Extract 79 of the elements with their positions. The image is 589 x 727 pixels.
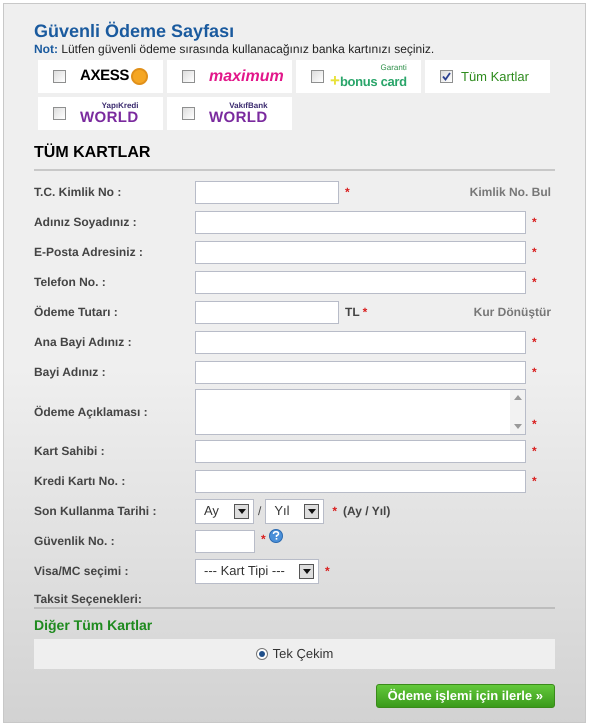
link[interactable]: Kimlik No. Bul — [470, 183, 551, 201]
logo-text: bonus card — [340, 75, 407, 88]
checkbox[interactable] — [182, 107, 195, 120]
card-option[interactable]: AXESS — [38, 60, 163, 93]
field-label: Bayi Adınız : — [34, 364, 107, 381]
required-mark: * — [532, 214, 537, 231]
page-title: Güvenli Ödeme Sayfası — [34, 20, 236, 42]
checkbox[interactable] — [53, 70, 66, 83]
card-option[interactable]: VakıfBank WORLD — [167, 97, 292, 130]
input-field[interactable] — [195, 270, 526, 294]
field-label: Kart Sahibi : — [34, 443, 106, 460]
select-field[interactable]: --- Kart Tipi --- — [195, 558, 319, 584]
logo-text: AXESS — [80, 66, 129, 86]
card-option[interactable]: YapıKredi WORLD — [38, 97, 163, 130]
required-mark: * — [261, 530, 266, 548]
input-field[interactable] — [195, 240, 526, 264]
field-label: T.C. Kimlik No : — [34, 184, 122, 201]
input-field[interactable] — [195, 210, 526, 234]
checkbox[interactable] — [440, 70, 453, 83]
logo-text: Garanti — [380, 64, 407, 72]
field-label: Kredi Kartı No. : — [34, 473, 126, 490]
required-mark: * — [532, 473, 537, 490]
logo-text: WORLD — [80, 110, 139, 125]
required-mark: * — [532, 364, 537, 381]
radio-option[interactable]: Tek Çekim — [256, 644, 334, 664]
input-field[interactable] — [195, 470, 526, 492]
logo-text: maximum — [209, 66, 284, 86]
input-field[interactable] — [195, 360, 526, 384]
select-field[interactable]: Yıl — [265, 498, 324, 524]
circle-logo-icon — [130, 68, 148, 85]
plus-text: + — [330, 72, 340, 89]
logo-text: VakıfBank — [229, 102, 268, 110]
logo-text: WORLD — [209, 110, 268, 125]
scroll-up-icon[interactable] — [514, 394, 522, 400]
checkbox[interactable] — [182, 70, 195, 83]
checkbox[interactable] — [311, 70, 324, 83]
help-icon[interactable] — [268, 528, 283, 542]
unit-label: TL — [345, 304, 360, 321]
select-field[interactable]: Ay — [195, 498, 254, 524]
card-label: Tüm Kartlar — [461, 68, 529, 86]
format-hint: (Ay / Yıl) — [343, 503, 390, 520]
field-label: Visa/MC seçimi : — [34, 563, 130, 580]
card-option[interactable]: Garanti +bonus card — [296, 60, 421, 93]
card-option[interactable]: maximum — [167, 60, 292, 93]
input-field[interactable] — [195, 440, 526, 462]
field-label: Telefon No. : — [34, 274, 107, 291]
field-label: Ana Bayi Adınız : — [34, 334, 133, 351]
field-label: Adınız Soyadınız : — [34, 214, 138, 231]
required-mark: * — [345, 184, 350, 201]
input-field[interactable] — [195, 530, 255, 552]
required-mark: * — [532, 416, 537, 432]
required-mark: * — [362, 304, 368, 321]
section-label: Taksit Seçenekleri: — [34, 592, 143, 606]
logo-text: YapıKredi — [102, 102, 139, 110]
scroll-down-icon[interactable] — [514, 424, 522, 428]
field-label: Ödeme Açıklaması : — [34, 404, 149, 420]
checkbox[interactable] — [53, 107, 66, 120]
required-mark: * — [532, 244, 537, 261]
group-title: Diğer Tüm Kartlar — [34, 616, 154, 634]
required-mark: * — [332, 503, 338, 520]
input-field[interactable] — [195, 330, 526, 354]
field-label: Son Kullanma Tarihi : — [34, 503, 158, 520]
required-mark: * — [532, 334, 537, 351]
input-field[interactable] — [195, 300, 339, 324]
field-label: Ödeme Tutarı : — [34, 304, 119, 321]
separator-text: / — [258, 503, 262, 520]
field-label: E-Posta Adresiniz : — [34, 244, 144, 261]
required-mark: * — [532, 274, 537, 291]
card-option[interactable]: Tüm Kartlar — [425, 60, 550, 93]
link[interactable]: Kur Dönüştür — [474, 303, 551, 321]
scrollbar[interactable] — [510, 390, 525, 434]
field-label: Güvenlik No. : — [34, 533, 116, 550]
note-text: Not: Lütfen güvenli ödeme sırasında kullanacağınız banka kartınızı seçiniz. — [34, 42, 436, 57]
required-mark: * — [325, 563, 330, 580]
radio-button[interactable] — [256, 648, 268, 660]
required-mark: * — [532, 443, 537, 460]
input-field[interactable] — [195, 180, 339, 204]
text-area[interactable] — [195, 388, 526, 434]
section-title: TÜM KARTLAR — [34, 143, 152, 163]
